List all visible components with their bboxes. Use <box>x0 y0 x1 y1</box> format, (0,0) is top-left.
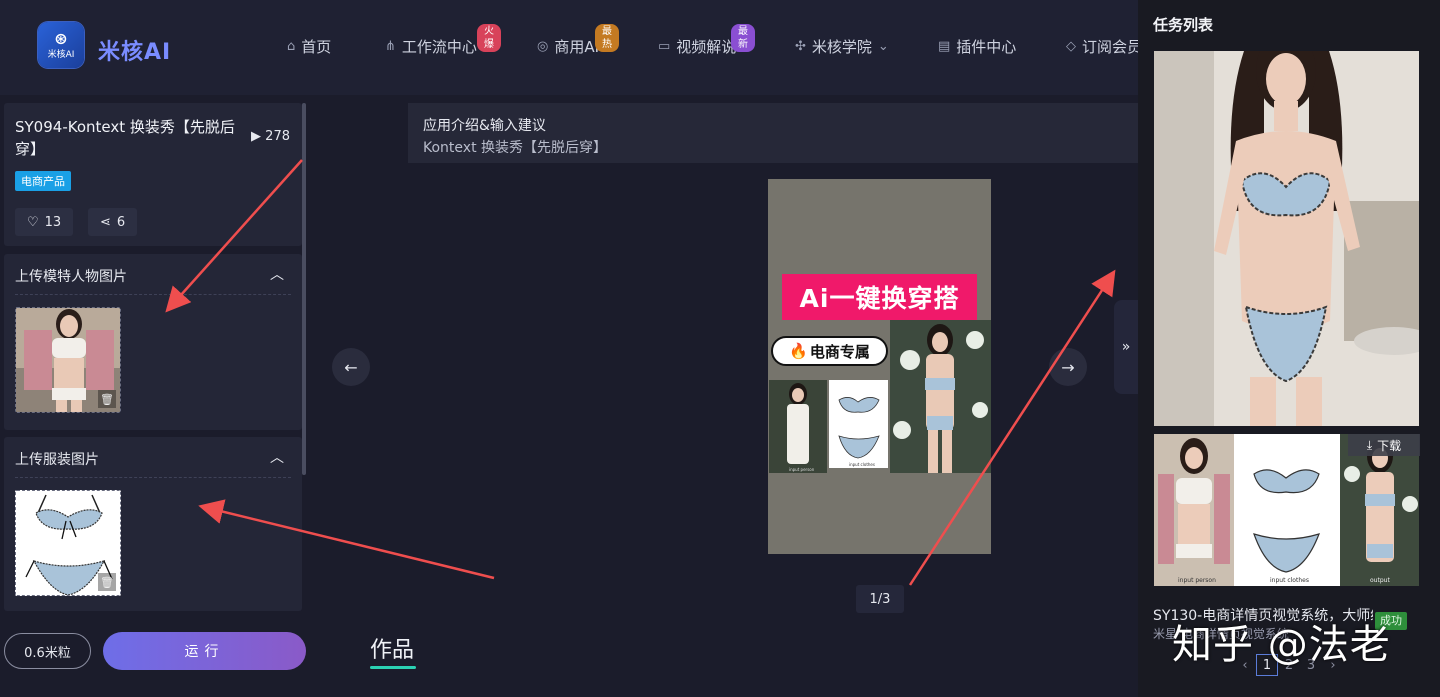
result-photo <box>1154 51 1419 426</box>
nav-item-home[interactable]: ⌂ 首页 <box>287 36 331 57</box>
preview-input-clothes: input clothes <box>829 380 888 468</box>
double-chevron-right-icon[interactable]: » <box>1114 300 1138 394</box>
nav-item-commercial-ai[interactable]: ◎ 商用AI 最热 <box>537 24 619 57</box>
logo-badge-text: 米核AI <box>47 49 75 60</box>
play-count-value: 278 <box>265 129 290 144</box>
heart-icon: ♡ <box>27 214 39 230</box>
hot-badge: 火爆 <box>477 24 501 52</box>
preview-pill: 🔥 电商专属 <box>771 336 888 366</box>
like-count: 13 <box>44 214 62 230</box>
strip-label: output <box>1370 577 1390 584</box>
task-input-output-strip[interactable]: input person input clothes output <box>1154 434 1419 586</box>
nav-label: 米核学院 <box>811 38 872 56</box>
intro-title: 应用介绍&输入建议 <box>423 118 546 134</box>
share-button[interactable]: ⋖ 6 <box>88 208 138 236</box>
nav-item-workflow[interactable]: ⋔ 工作流中心 火爆 <box>385 24 501 57</box>
output-figure <box>893 324 988 473</box>
workflow-icon: ⋔ <box>385 39 396 54</box>
section-title: 上传模特人物图片 <box>15 269 127 285</box>
download-icon: ⤓ <box>1366 437 1373 452</box>
delete-icon[interactable]: 🗑 <box>98 573 116 591</box>
category-tag[interactable]: 电商产品 <box>15 171 71 191</box>
preview-carousel-image: Ai一键换穿搭 🔥 电商专属 input person input clothe… <box>768 179 991 554</box>
strip-photos <box>1154 434 1419 586</box>
diamond-icon: ◇ <box>1066 39 1076 54</box>
carousel-page-indicator: 1/3 <box>856 585 904 613</box>
person-figure <box>787 383 809 464</box>
nav-item-plugins[interactable]: ▤ 插件中心 <box>938 36 1016 57</box>
strip-label: input clothes <box>1270 577 1309 584</box>
nav-label: 视频解说 <box>676 38 737 56</box>
delete-icon[interactable]: 🗑 <box>98 390 116 408</box>
app-intro-box: 应用介绍&输入建议 Kontext 换装秀【先脱后穿】 <box>408 103 1138 163</box>
drawer-title: 任务列表 <box>1153 16 1214 34</box>
preview-input-person: input person <box>769 380 827 473</box>
prev-arrow-icon[interactable]: ← <box>332 348 370 386</box>
task-result-image[interactable] <box>1154 51 1419 426</box>
preview-output-photo <box>890 320 991 473</box>
nav-label: 首页 <box>301 38 332 56</box>
logo-mark-icon: ⊛ <box>54 28 68 48</box>
video-icon: ▭ <box>658 39 671 54</box>
section-title: 上传服装图片 <box>15 452 99 468</box>
play-icon: ▶ <box>251 129 262 144</box>
strip-label: input person <box>1178 577 1216 584</box>
preview-banner-text: Ai一键换穿搭 <box>782 274 977 320</box>
upload-clothes-section: 上传服装图片 ︿ 🗑 <box>4 437 302 611</box>
divider <box>15 294 291 295</box>
tab-active-underline <box>370 666 416 669</box>
task-list-drawer: 任务列表 input person input clothes output S… <box>1138 0 1440 697</box>
nav-item-academy[interactable]: ✣ 米核学院 ⌄ <box>795 36 889 57</box>
nav-label: 插件中心 <box>956 38 1017 56</box>
chevron-up-icon[interactable]: ︿ <box>270 447 284 467</box>
home-icon: ⌂ <box>287 39 296 54</box>
clothes-image-thumbnail[interactable]: 🗑 <box>15 490 121 596</box>
logo-text[interactable]: 米核AI <box>98 34 171 66</box>
product-title: SY094-Kontext 换装秀【先脱后穿】 <box>15 118 235 158</box>
nav-label: 工作流中心 <box>401 38 477 56</box>
fire-icon: 🔥 <box>789 342 808 360</box>
play-count: ▶ 278 <box>251 129 290 144</box>
chevron-up-icon[interactable]: ︿ <box>270 264 284 284</box>
nav-label: 商用AI <box>554 38 600 56</box>
upload-model-section: 上传模特人物图片 ︿ 🗑 <box>4 254 302 430</box>
plugin-icon: ▤ <box>938 39 951 54</box>
nav-label: 订阅会员 <box>1082 38 1143 56</box>
cost-button[interactable]: 0.6米粒 <box>4 633 91 669</box>
divider <box>15 477 291 478</box>
nav-item-subscribe[interactable]: ◇ 订阅会员 <box>1066 36 1142 57</box>
intro-subtitle: Kontext 换装秀【先脱后穿】 <box>423 140 608 156</box>
nav-item-video[interactable]: ▭ 视频解说 最新 <box>658 24 755 57</box>
like-button[interactable]: ♡ 13 <box>15 208 74 236</box>
clothes-figure <box>838 397 880 459</box>
model-image-thumbnail[interactable]: 🗑 <box>15 307 121 413</box>
logo[interactable]: ⊛ 米核AI <box>38 22 84 68</box>
label-input-person: input person <box>789 467 815 472</box>
preview-pill-text: 电商专属 <box>809 342 870 361</box>
new-badge: 最新 <box>731 24 755 52</box>
run-button[interactable]: 运行 <box>103 632 306 670</box>
next-arrow-icon[interactable]: → <box>1049 348 1087 386</box>
chevron-down-icon: ⌄ <box>877 39 889 54</box>
share-count: 6 <box>116 214 126 230</box>
product-card: SY094-Kontext 换装秀【先脱后穿】 ▶ 278 电商产品 ♡ 13 … <box>4 103 302 246</box>
label-input-clothes: input clothes <box>849 462 875 467</box>
target-icon: ◎ <box>537 39 549 54</box>
tab-works[interactable]: 作品 <box>370 632 414 664</box>
academy-icon: ✣ <box>795 39 806 54</box>
hottest-badge: 最热 <box>595 24 619 52</box>
panel-scrollbar[interactable] <box>302 103 306 475</box>
download-label: 下载 <box>1377 438 1402 453</box>
watermark: 知乎 @法老 <box>1172 622 1391 668</box>
download-button[interactable]: ⤓ 下载 <box>1348 434 1420 456</box>
share-icon: ⋖ <box>100 214 111 230</box>
